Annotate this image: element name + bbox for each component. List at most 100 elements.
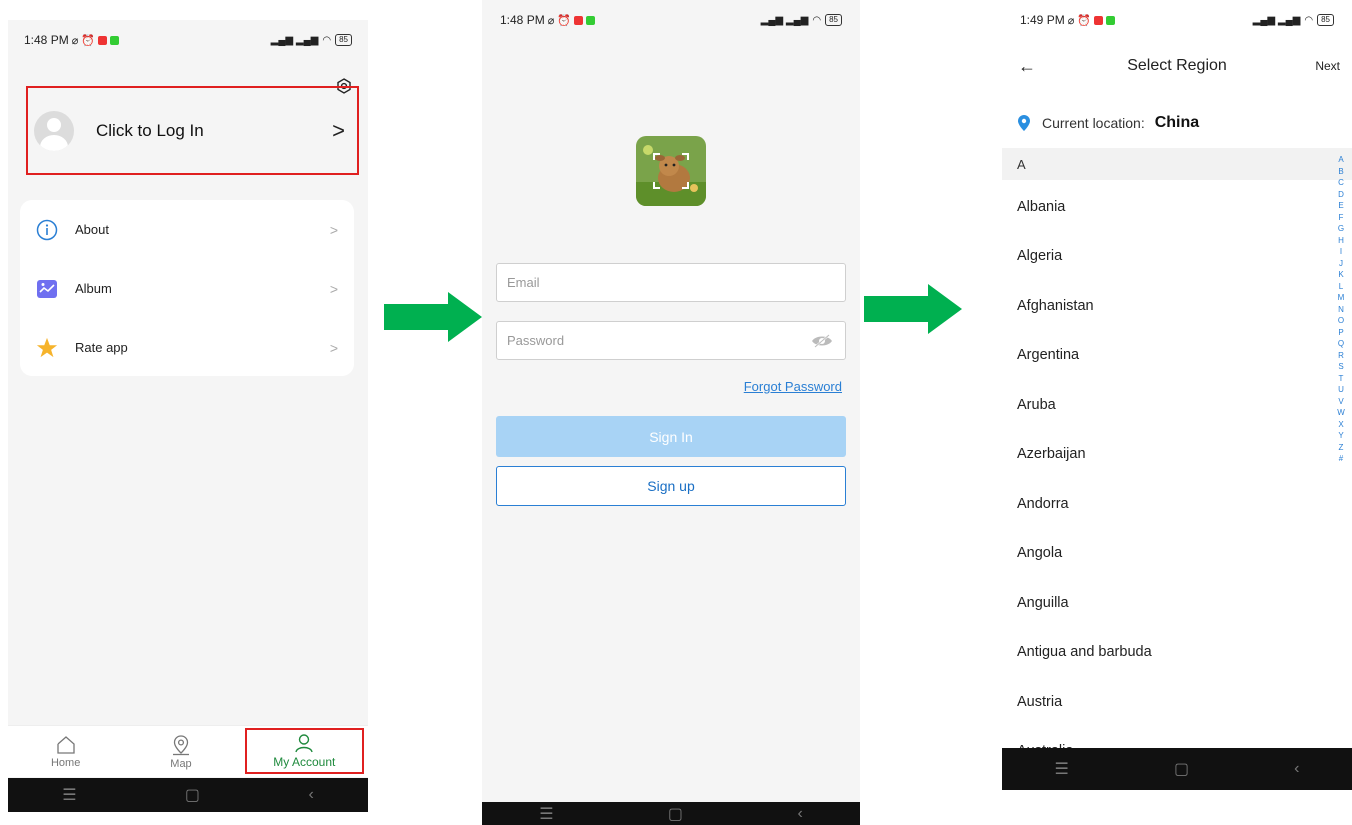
tab-map[interactable]: Map	[123, 726, 238, 777]
star-icon	[36, 337, 58, 359]
index-letter[interactable]: L	[1339, 281, 1343, 293]
index-letter[interactable]: G	[1338, 223, 1344, 235]
sign-up-button[interactable]: Sign up	[496, 466, 846, 506]
status-time-group: 1:48 PM ⌀ ⏰	[24, 33, 120, 47]
index-letter[interactable]: F	[1339, 212, 1344, 224]
chevron-right-icon: >	[329, 221, 338, 238]
list-item[interactable]: Austria	[1002, 677, 1332, 727]
signin-screen: 1:48 PM ⌀ ⏰ ▂▄▆ ▂▄▆ ◠ 85 Email Forgot Pa…	[482, 0, 860, 825]
current-location-value: China	[1154, 114, 1200, 131]
index-letter[interactable]: Z	[1339, 442, 1344, 454]
list-item[interactable]: Albania	[1002, 182, 1332, 232]
index-letter[interactable]: V	[1338, 396, 1343, 408]
index-letter[interactable]: A	[1338, 154, 1343, 166]
list-item[interactable]: Algeria	[1002, 232, 1332, 282]
settings-menu: About > Album > Rate app >	[20, 200, 354, 376]
list-item[interactable]: Angola	[1002, 529, 1332, 579]
back-icon[interactable]: ‹	[797, 805, 802, 823]
select-region-screen: 1:49 PM ⌀ ⏰ ▂▄▆ ▂▄▆ ◠ 85 ← Select Region…	[1002, 0, 1352, 790]
chevron-right-icon: >	[332, 117, 345, 143]
eye-off-icon[interactable]	[811, 333, 833, 348]
index-letter[interactable]: B	[1338, 166, 1343, 178]
index-letter[interactable]: W	[1337, 407, 1345, 419]
list-item[interactable]: Anguilla	[1002, 578, 1332, 628]
index-letter[interactable]: S	[1338, 361, 1343, 373]
wifi-icon: ◠	[322, 34, 332, 46]
tab-home[interactable]: Home	[8, 726, 123, 777]
index-letter[interactable]: P	[1338, 327, 1343, 339]
map-pin-icon	[172, 734, 189, 755]
menu-item-about[interactable]: About >	[20, 200, 354, 259]
home-button-icon[interactable]: ▢	[668, 804, 683, 824]
status-time-group: 1:48 PM ⌀ ⏰	[500, 13, 596, 27]
password-input[interactable]	[507, 333, 811, 348]
current-location[interactable]: Current location: China	[1002, 101, 1352, 145]
forgot-password-link[interactable]: Forgot Password	[744, 379, 842, 394]
section-header: A	[1002, 148, 1352, 180]
sign-in-button[interactable]: Sign In	[496, 416, 846, 457]
status-bar: 1:49 PM ⌀ ⏰ ▂▄▆ ▂▄▆ ◠ 85	[1002, 0, 1352, 40]
status-time: 1:49 PM	[1020, 13, 1065, 27]
status-time: 1:48 PM	[500, 13, 545, 27]
index-letter[interactable]: R	[1338, 350, 1344, 362]
tab-my-account[interactable]: My Account	[244, 728, 364, 774]
index-letter[interactable]: N	[1338, 304, 1344, 316]
next-button[interactable]: Next	[1315, 59, 1340, 73]
index-letter[interactable]: D	[1338, 189, 1344, 201]
back-icon[interactable]: ‹	[1294, 760, 1299, 778]
list-item[interactable]: Andorra	[1002, 479, 1332, 529]
app-logo-icon	[636, 136, 706, 206]
status-bar: 1:48 PM ⌀ ⏰ ▂▄▆ ▂▄▆ ◠ 85	[482, 0, 860, 40]
list-item[interactable]: Antigua and barbuda	[1002, 628, 1332, 678]
app-notification-icon	[1094, 15, 1104, 25]
index-letter[interactable]: I	[1340, 246, 1342, 258]
app-notification-icon	[98, 35, 108, 45]
index-letter[interactable]: C	[1338, 177, 1344, 189]
list-item[interactable]: Azerbaijan	[1002, 430, 1332, 480]
index-letter[interactable]: Y	[1338, 430, 1343, 442]
menu-icon[interactable]: ☰	[1055, 759, 1069, 779]
index-letter[interactable]: Q	[1338, 338, 1344, 350]
list-item[interactable]: Aruba	[1002, 380, 1332, 430]
menu-item-rate-app[interactable]: Rate app >	[20, 318, 354, 377]
index-letter[interactable]: #	[1339, 453, 1343, 465]
notification-icons: ⌀ ⏰	[547, 14, 572, 27]
status-right: ▂▄▆ ▂▄▆ ◠ 85	[1253, 14, 1334, 26]
list-item[interactable]: Australia	[1002, 727, 1332, 748]
email-input[interactable]	[507, 275, 845, 290]
header-bar: ← Select Region Next	[1002, 44, 1352, 88]
location-pin-icon	[1018, 115, 1030, 131]
back-arrow-icon[interactable]: ←	[1018, 56, 1036, 77]
status-right: ▂▄▆ ▂▄▆ ◠ 85	[271, 34, 352, 46]
email-field[interactable]	[496, 263, 846, 302]
status-time-group: 1:49 PM ⌀ ⏰	[1020, 13, 1116, 27]
list-item[interactable]: Afghanistan	[1002, 281, 1332, 331]
alphabet-index[interactable]: A B C D E F G H I J K L M N O P Q R S T U V W X Y Z #	[1334, 154, 1348, 465]
index-letter[interactable]: O	[1338, 315, 1344, 327]
signal-icon: ▂▄▆ ▂▄▆	[760, 14, 809, 26]
password-field[interactable]	[496, 321, 846, 360]
list-item[interactable]: Argentina	[1002, 331, 1332, 381]
index-letter[interactable]: E	[1338, 200, 1343, 212]
index-letter[interactable]: J	[1339, 258, 1343, 270]
home-button-icon[interactable]: ▢	[1174, 759, 1189, 779]
index-letter[interactable]: U	[1338, 384, 1344, 396]
tab-label: Home	[50, 756, 81, 769]
menu-item-label: Album	[75, 281, 112, 296]
country-list: Albania Algeria Afghanistan Argentina Aruba A…	[1002, 182, 1332, 748]
tab-label: My Account	[273, 755, 336, 769]
back-icon[interactable]: ‹	[308, 786, 313, 804]
index-letter[interactable]: M	[1338, 292, 1345, 304]
home-button-icon[interactable]: ▢	[185, 785, 200, 805]
index-letter[interactable]: T	[1339, 373, 1344, 385]
index-letter[interactable]: K	[1338, 269, 1343, 281]
login-card[interactable]: Click to Log In >	[26, 86, 359, 175]
info-icon	[36, 219, 58, 241]
menu-item-album[interactable]: Album >	[20, 259, 354, 318]
menu-icon[interactable]: ☰	[62, 785, 76, 805]
index-letter[interactable]: H	[1338, 235, 1344, 247]
battery-indicator: 85	[1317, 14, 1334, 26]
index-letter[interactable]: X	[1338, 419, 1343, 431]
menu-icon[interactable]: ☰	[539, 804, 553, 824]
album-icon	[36, 278, 58, 300]
